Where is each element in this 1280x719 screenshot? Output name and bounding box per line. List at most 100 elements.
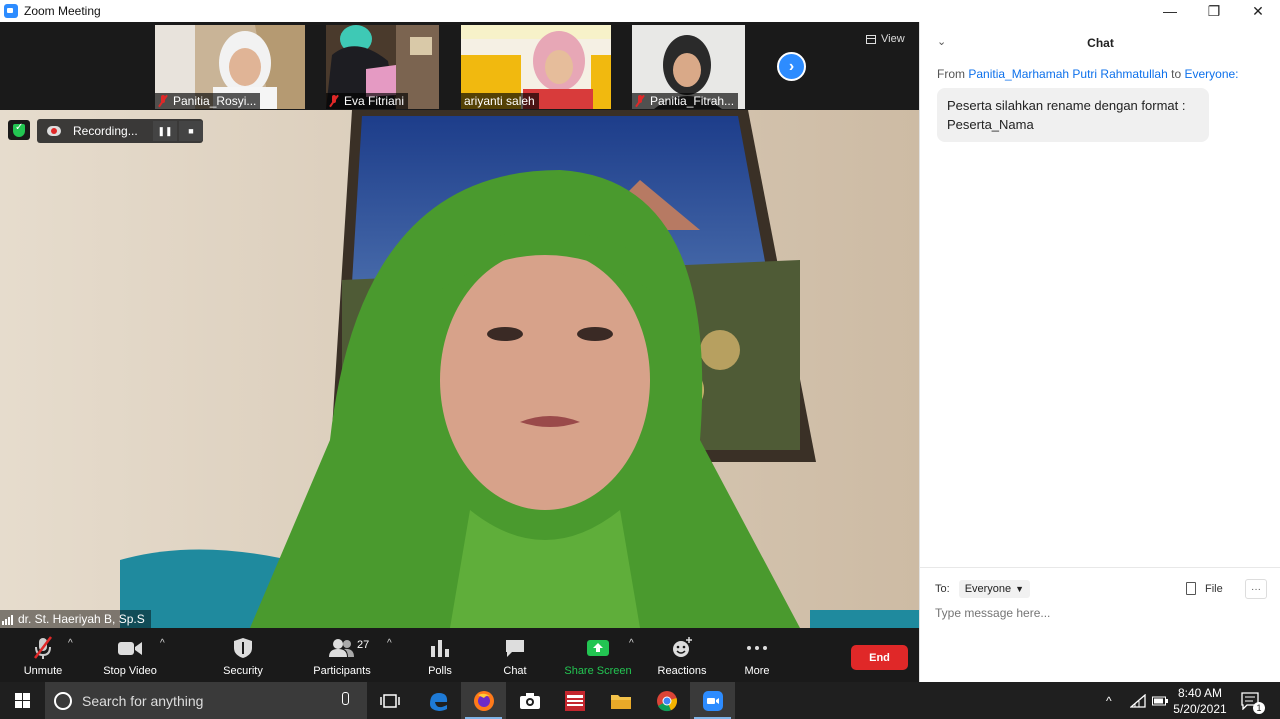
restore-button[interactable]: ❐	[1192, 0, 1236, 22]
more-dots-icon	[746, 636, 768, 660]
audio-options-caret[interactable]: ^	[68, 638, 73, 649]
participant-thumbnail[interactable]: Panitia_Fitrah...	[632, 25, 745, 109]
participant-thumbnail[interactable]: Eva Fitriani	[326, 25, 439, 109]
system-clock[interactable]: 8:40 AM 5/20/2021	[1170, 685, 1230, 717]
participant-name-label: Eva Fitriani	[326, 93, 409, 109]
participant-name: Eva Fitriani	[344, 94, 405, 108]
recording-status: Recording...	[73, 124, 138, 138]
microphone-icon[interactable]	[342, 692, 349, 705]
end-meeting-button[interactable]: End	[851, 645, 908, 670]
view-icon	[866, 34, 876, 44]
chat-collapse-chevron-icon[interactable]: ⌄	[937, 35, 946, 48]
start-button[interactable]	[0, 682, 45, 719]
polls-chart-icon	[430, 636, 450, 660]
mic-muted-icon	[635, 95, 645, 107]
security-button[interactable]: Security	[218, 628, 268, 682]
chat-recipient-row: To: Everyone ▼	[935, 580, 1031, 598]
chat-header: Chat	[920, 22, 1280, 64]
participants-icon	[329, 636, 355, 660]
edge-browser-icon	[429, 692, 447, 711]
share-options-caret[interactable]: ^	[629, 638, 634, 649]
share-screen-icon	[586, 636, 610, 660]
taskbar-app-camera[interactable]	[507, 682, 552, 719]
participants-label: Participants	[313, 665, 371, 677]
taskbar-app-firefox[interactable]	[461, 682, 506, 719]
to-word: to	[1171, 67, 1182, 81]
unmute-button[interactable]: Unmute	[20, 628, 66, 682]
message-sender[interactable]: Panitia_Marhamah Putri Rahmatullah	[968, 67, 1167, 81]
folder-icon	[610, 694, 631, 709]
cortana-icon	[54, 691, 72, 710]
taskbar-app-edge[interactable]	[415, 682, 460, 719]
stop-recording-button[interactable]: ■	[179, 121, 203, 141]
chat-message-input[interactable]	[935, 606, 1265, 620]
wifi-icon	[1130, 693, 1146, 708]
chat-bubble-icon	[504, 636, 526, 660]
security-label: Security	[223, 665, 263, 677]
taskbar-app-file-explorer[interactable]	[598, 682, 643, 719]
screen: Zoom Meeting — ❐ ✕ Panitia_Rosyi... Eva …	[0, 0, 1280, 719]
windows-taskbar: Search for anything ^ 8:40 AM 5/20/2021 …	[0, 682, 1280, 719]
file-label: File	[1205, 582, 1223, 595]
battery-icon	[1152, 696, 1168, 705]
view-button[interactable]: View	[866, 33, 905, 45]
close-button[interactable]: ✕	[1236, 0, 1280, 22]
participant-name-label: Panitia_Rosyi...	[155, 93, 261, 109]
meeting-toolbar: Unmute ^ Stop Video ^ Security Participa…	[0, 628, 919, 682]
view-label: View	[881, 33, 905, 45]
chevron-down-icon: ▼	[1015, 584, 1025, 594]
polls-button[interactable]: Polls	[420, 628, 460, 682]
meeting-area: Panitia_Rosyi... Eva Fitriani ariyanti s…	[0, 22, 919, 682]
reactions-button[interactable]: Reactions	[652, 628, 712, 682]
network-status[interactable]	[1130, 682, 1146, 719]
more-button[interactable]: More	[737, 628, 777, 682]
participants-button[interactable]: Participants	[310, 628, 374, 682]
chat-more-button[interactable]: ···	[1245, 579, 1267, 599]
share-screen-button[interactable]: Share Screen	[563, 628, 633, 682]
stop-video-label: Stop Video	[103, 665, 157, 677]
tray-caret-icon: ^	[1106, 693, 1112, 708]
reactions-label: Reactions	[657, 665, 707, 677]
participant-thumbnail[interactable]: ariyanti saleh	[461, 25, 611, 109]
clock-time: 8:40 AM	[1177, 686, 1223, 700]
participant-name: Panitia_Rosyi...	[173, 94, 257, 108]
window-titlebar: Zoom Meeting — ❐ ✕	[0, 0, 1280, 22]
file-share-button[interactable]: File	[1186, 582, 1223, 595]
polls-label: Polls	[428, 665, 452, 677]
recipient-dropdown[interactable]: Everyone ▼	[958, 580, 1031, 598]
from-prefix: From	[937, 67, 965, 81]
stop-video-button[interactable]: Stop Video	[100, 628, 160, 682]
taskbar-app-document[interactable]	[552, 682, 597, 719]
participants-options-caret[interactable]: ^	[387, 638, 392, 649]
mic-muted-icon	[329, 95, 339, 107]
chat-label: Chat	[503, 665, 527, 677]
battery-status[interactable]	[1152, 682, 1168, 719]
mic-muted-icon	[32, 636, 54, 660]
chat-message-header: From Panitia_Marhamah Putri Rahmatullah …	[937, 67, 1239, 81]
chrome-browser-icon	[656, 690, 677, 711]
encryption-shield-icon[interactable]	[8, 120, 30, 140]
recipient-value: Everyone	[964, 583, 1012, 595]
participant-name: ariyanti saleh	[464, 94, 535, 108]
minimize-button[interactable]: —	[1148, 0, 1192, 22]
zoom-logo-icon	[4, 4, 18, 18]
taskbar-app-chrome[interactable]	[644, 682, 689, 719]
participant-thumbnails: Panitia_Rosyi... Eva Fitriani ariyanti s…	[0, 22, 919, 110]
taskbar-app-zoom[interactable]	[690, 682, 735, 719]
action-center-button[interactable]: 1	[1241, 682, 1265, 719]
pause-recording-button[interactable]: ❚❚	[153, 121, 177, 141]
participant-thumbnail[interactable]: Panitia_Rosyi...	[155, 25, 305, 109]
taskbar-search-box[interactable]: Search for anything	[45, 682, 367, 719]
security-shield-icon	[233, 636, 253, 660]
notification-count: 1	[1253, 702, 1265, 714]
task-view-button[interactable]	[367, 682, 412, 719]
chat-button[interactable]: Chat	[495, 628, 535, 682]
clock-date: 5/20/2021	[1173, 702, 1227, 716]
reactions-smiley-icon	[671, 636, 693, 660]
participant-name: Panitia_Fitrah...	[650, 94, 735, 108]
video-options-caret[interactable]: ^	[160, 638, 165, 649]
show-hidden-icons-button[interactable]: ^	[1106, 682, 1112, 719]
speaker-video-frame	[0, 110, 919, 628]
cloud-recording-icon	[47, 126, 61, 136]
next-page-button[interactable]: ›	[777, 52, 806, 81]
